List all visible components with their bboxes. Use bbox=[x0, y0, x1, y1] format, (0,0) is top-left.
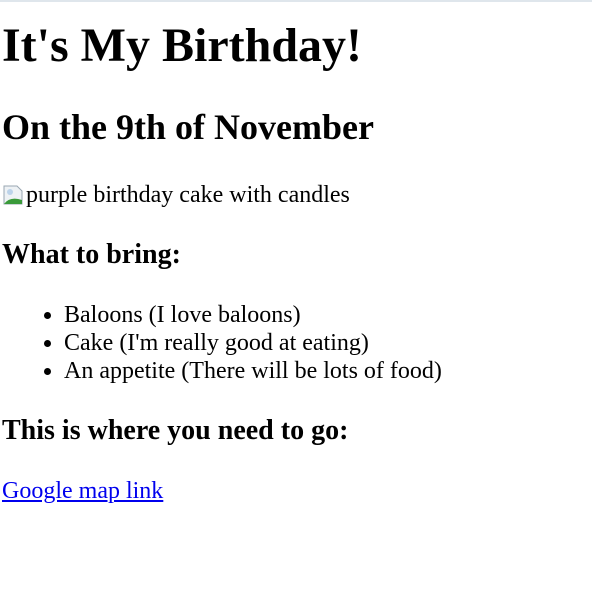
page-subtitle: On the 9th of November bbox=[2, 107, 374, 147]
list-item: An appetite (There will be lots of food) bbox=[64, 357, 592, 385]
bring-list: Baloons (I love baloons) Cake (I'm reall… bbox=[2, 301, 592, 385]
page-title: It's My Birthday! bbox=[2, 19, 362, 72]
location-heading: This is where you need to go: bbox=[2, 415, 349, 446]
bring-heading: What to bring: bbox=[2, 239, 181, 270]
broken-image-icon bbox=[2, 184, 24, 206]
image-alt-text: purple birthday cake with candles bbox=[26, 182, 350, 208]
map-link[interactable]: Google map link bbox=[2, 478, 163, 504]
cake-image: purple birthday cake with candles bbox=[2, 181, 592, 209]
list-item: Baloons (I love baloons) bbox=[64, 301, 592, 329]
list-item: Cake (I'm really good at eating) bbox=[64, 329, 592, 357]
